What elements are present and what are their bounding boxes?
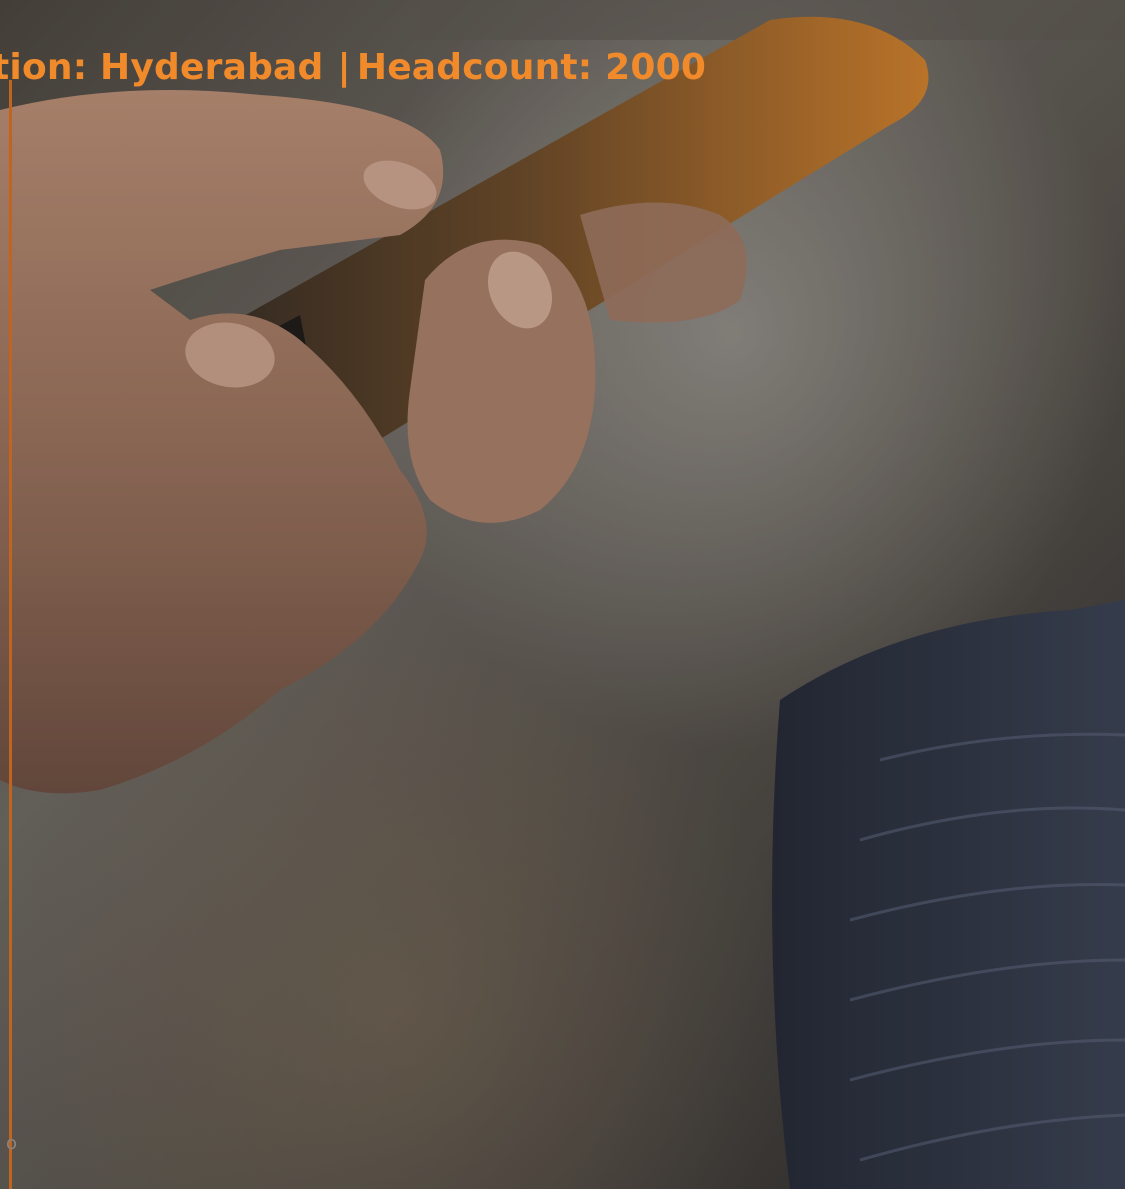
headcount-label: Headcount: 2000 (356, 47, 707, 88)
left-accent-rule (9, 80, 12, 1189)
headline-separator: | (337, 47, 351, 88)
footer-glyph: o (6, 1133, 18, 1154)
location-label: tion: Hyderabad (0, 47, 324, 88)
banner-page: tion: Hyderabad | Headcount: 2000 o (0, 0, 1125, 1189)
background-photo (0, 0, 1125, 1189)
banner-headline: tion: Hyderabad | Headcount: 2000 (0, 44, 706, 92)
